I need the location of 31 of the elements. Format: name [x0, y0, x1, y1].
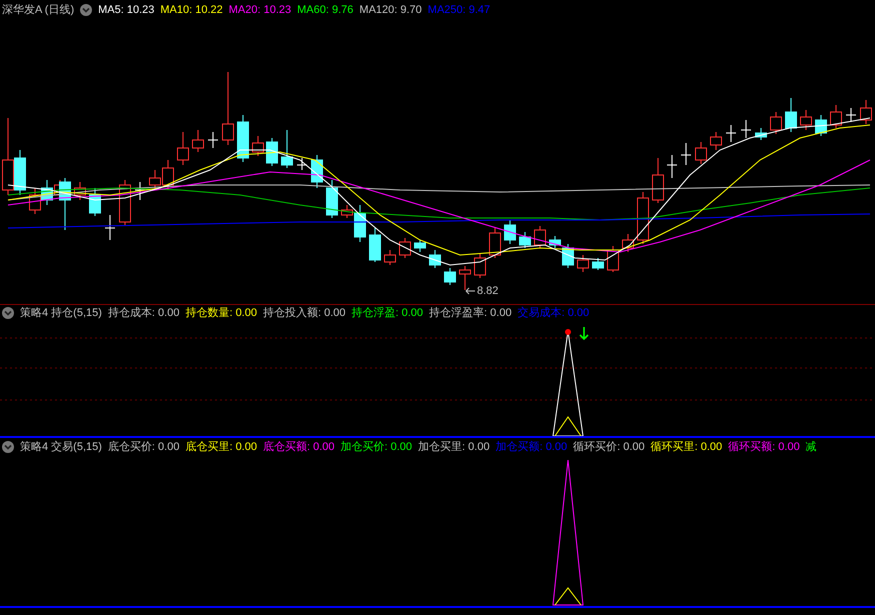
indicator-label: MA250: 9.47: [428, 2, 490, 18]
indicator-label: 循环买额: 0.00: [728, 440, 800, 455]
indicator-label: 循环买价: 0.00: [573, 440, 645, 455]
indicator-label: 持仓成本: 0.00: [108, 306, 180, 321]
panel-title: 策略4 持仓(5,15): [20, 306, 102, 321]
dropdown-icon[interactable]: [80, 4, 92, 16]
indicator-label: 加仓买里: 0.00: [418, 440, 490, 455]
down-arrow-icon: [579, 326, 589, 340]
indicator-label: MA5: 10.23: [98, 2, 154, 18]
indicator-label: 底仓买里: 0.00: [185, 440, 257, 455]
indicator-label: 持仓投入额: 0.00: [262, 306, 346, 321]
dropdown-icon[interactable]: [2, 441, 14, 453]
indicator-label: 底仓买额: 0.00: [262, 440, 335, 455]
indicator-label: 持仓数量: 0.00: [185, 306, 257, 321]
indicator-label: 持仓浮盈: 0.00: [352, 306, 424, 321]
indicator-label: MA120: 9.70: [359, 2, 422, 18]
low-price-label: 8.82: [477, 284, 498, 299]
indicator-label: MA20: 10.23: [228, 2, 292, 18]
indicator-label: MA60: 9.76: [297, 2, 354, 18]
left-arrow-icon: [465, 287, 475, 296]
indicator-label: MA10: 10.22: [160, 2, 223, 18]
indicator-label: 底仓买价: 0.00: [108, 440, 180, 455]
chart-title: 深华发A (日线): [2, 2, 74, 18]
indicator-label: 交易成本: 0.00: [518, 306, 590, 321]
indicator-label: 加仓买额: 0.00: [496, 440, 568, 455]
indicator-label: 加仓买价: 0.00: [340, 440, 412, 455]
indicator-label: 持仓浮盈率: 0.00: [429, 306, 512, 321]
dropdown-icon[interactable]: [2, 307, 14, 319]
indicator-label: 循环买里: 0.00: [650, 440, 722, 455]
indicator-label: 减: [806, 440, 817, 455]
panel-title: 策略4 交易(5,15): [20, 440, 102, 455]
